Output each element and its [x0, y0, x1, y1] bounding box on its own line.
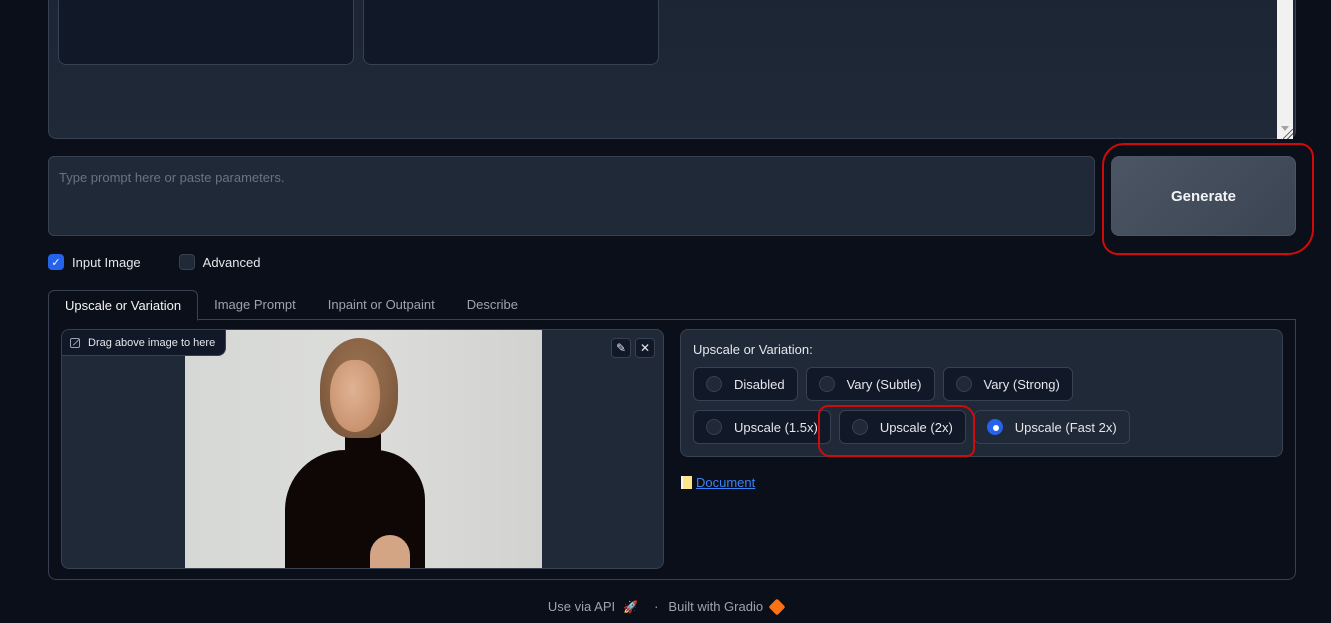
built-with-gradio-link[interactable]: Built with Gradio: [668, 599, 763, 614]
gallery-thumbnail[interactable]: [363, 0, 659, 65]
radio-label: Upscale (1.5x): [734, 419, 818, 435]
image-input-label: Drag above image to here: [62, 330, 227, 356]
radio-label: Vary (Strong): [983, 376, 1060, 392]
uploaded-image: [185, 330, 542, 568]
radio-unselected-icon[interactable]: [706, 376, 722, 392]
prompt-input[interactable]: [48, 156, 1095, 236]
radio-unselected-icon[interactable]: [706, 419, 722, 435]
radio-label: Upscale (Fast 2x): [1014, 419, 1117, 435]
radio-label: Upscale (2x): [879, 419, 953, 435]
radio-vary-subtle[interactable]: Vary (Subtle): [805, 367, 935, 401]
image-toolbar: ✎ ✕: [611, 338, 655, 358]
close-icon[interactable]: ✕: [635, 338, 655, 358]
tab-image-prompt[interactable]: Image Prompt: [198, 290, 312, 320]
input-image-checkbox[interactable]: ✓ Input Image: [48, 254, 141, 270]
radio-options: Disabled Vary (Subtle) Vary (Strong) Ups…: [693, 367, 1213, 444]
gallery-panel: [48, 0, 1296, 139]
image-input[interactable]: Drag above image to here ✎ ✕: [61, 329, 664, 569]
radio-selected-icon[interactable]: [986, 419, 1003, 435]
footer-separator: ·: [654, 599, 659, 614]
pencil-icon[interactable]: ✎: [611, 338, 631, 358]
checkbox-checked-icon[interactable]: ✓: [48, 254, 64, 270]
scroll-icon: [681, 476, 692, 489]
generate-button[interactable]: Generate: [1111, 156, 1296, 236]
radio-label: Vary (Subtle): [846, 376, 922, 392]
gallery-thumbnail[interactable]: [58, 0, 354, 65]
tab-bar: Upscale or Variation Image Prompt Inpain…: [48, 290, 1296, 321]
radio-unselected-icon[interactable]: [851, 419, 868, 435]
advanced-label: Advanced: [202, 254, 261, 270]
radio-unselected-icon[interactable]: [818, 376, 835, 392]
radio-upscale-1-5x[interactable]: Upscale (1.5x): [693, 410, 831, 444]
radio-disabled[interactable]: Disabled: [693, 367, 798, 401]
gradio-logo-icon: [768, 598, 786, 615]
image-icon: [70, 337, 80, 348]
input-image-label: Input Image: [72, 254, 141, 270]
scrollbar[interactable]: [1277, 0, 1293, 139]
document-link[interactable]: Document: [696, 475, 755, 490]
use-via-api-link[interactable]: Use via API: [548, 599, 615, 614]
tab-upscale-or-variation[interactable]: Upscale or Variation: [48, 290, 199, 321]
tab-describe[interactable]: Describe: [451, 290, 534, 320]
checkbox-unchecked-icon[interactable]: [178, 254, 195, 270]
image-input-label-text: Drag above image to here: [88, 336, 216, 349]
upscale-variation-title: Upscale or Variation:: [693, 342, 813, 357]
footer: Use via API 🚀 · Built with Gradio: [0, 598, 1331, 615]
document-link-row: Document: [681, 475, 755, 490]
resize-grip-icon[interactable]: [1283, 129, 1293, 139]
radio-upscale-fast-2x[interactable]: Upscale (Fast 2x): [973, 410, 1130, 444]
rocket-icon: 🚀: [623, 599, 639, 614]
tab-inpaint-or-outpaint[interactable]: Inpaint or Outpaint: [312, 290, 451, 320]
radio-label: Disabled: [734, 376, 785, 392]
radio-vary-strong[interactable]: Vary (Strong): [942, 367, 1073, 401]
options-row: ✓ Input Image Advanced: [48, 254, 298, 270]
advanced-checkbox[interactable]: Advanced: [178, 254, 261, 270]
radio-unselected-icon[interactable]: [955, 376, 972, 392]
upscale-variation-group: Upscale or Variation: Disabled Vary (Sub…: [680, 329, 1283, 457]
radio-upscale-2x[interactable]: Upscale (2x): [838, 410, 966, 444]
